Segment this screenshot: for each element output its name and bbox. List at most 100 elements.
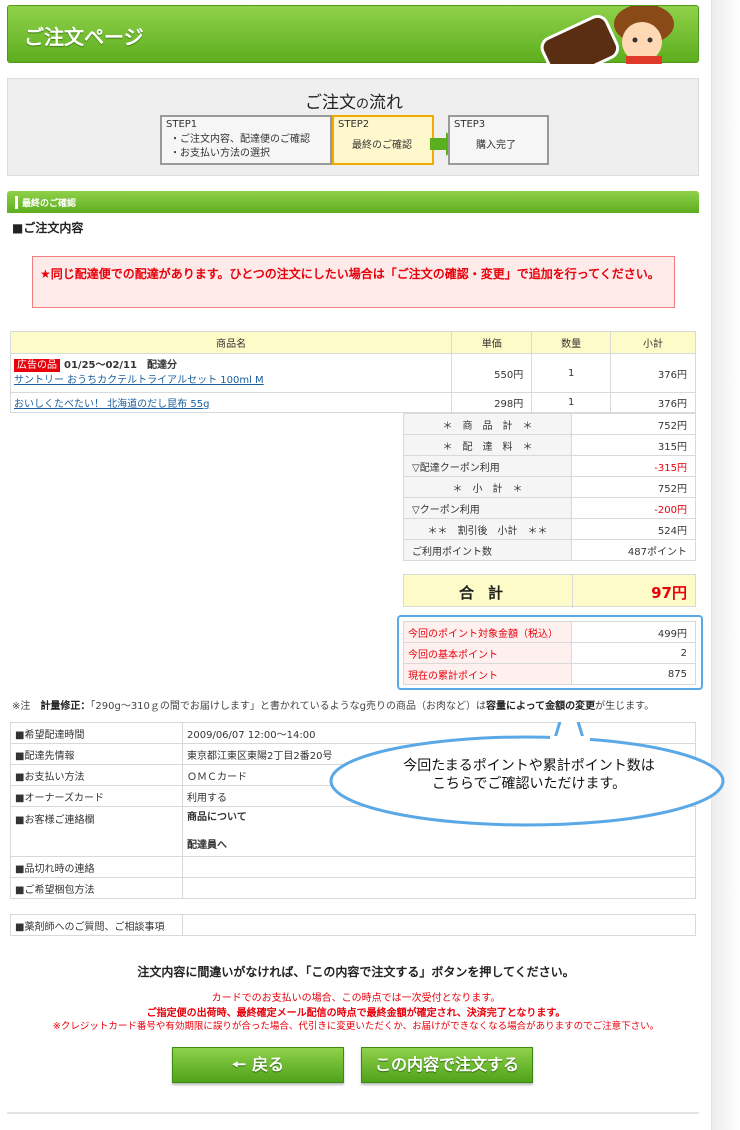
col-unit-price: 単価 bbox=[451, 331, 533, 354]
subtotal: 376円 bbox=[610, 392, 696, 413]
summary-value: 487ポイント bbox=[571, 539, 696, 561]
info-label: ■配達先情報 bbox=[10, 743, 183, 765]
summary-label: ▽配達クーポン利用 bbox=[403, 455, 572, 477]
summary-row: ＊ 商 品 計 ＊ 752円 bbox=[403, 413, 696, 435]
step-1: STEP1 ・ご注文内容、配達便のご確認 ・お支払い方法の選択 bbox=[160, 115, 332, 165]
info-label: ■オーナーズカード bbox=[10, 785, 183, 807]
callout-text: 今回たまるポイントや累計ポイント数は こちらでご確認いただけます。 bbox=[403, 758, 655, 792]
points-row: 現在の累計ポイント 875 bbox=[403, 663, 696, 685]
summary-row: ＊ 配 達 料 ＊ 315円 bbox=[403, 434, 696, 456]
product-cell: 広告の品 01/25〜02/11 配達分 サントリー おうちカクテルトライアルセッ… bbox=[9, 353, 453, 393]
table-row: 広告の品 01/25〜02/11 配達分 サントリー おうちカクテルトライアルセッ… bbox=[9, 353, 696, 393]
step-1-label: STEP1 bbox=[166, 119, 198, 130]
summary-row: ＊＊ 割引後 小計 ＊＊ 524円 bbox=[403, 518, 696, 540]
info-row: ■ご希望梱包方法 bbox=[10, 877, 696, 899]
quantity: 1 bbox=[531, 353, 612, 393]
summary-value: -200円 bbox=[571, 497, 696, 519]
points-label: 今回のポイント対象金額（税込） bbox=[403, 621, 572, 643]
order-contents-heading: ■ご注文内容 bbox=[12, 221, 84, 235]
pharmacist-table: ■薬剤師へのご質問、ご相談事項 bbox=[10, 914, 696, 936]
summary-label: ＊ 配 達 料 ＊ bbox=[403, 434, 572, 456]
info-label: ■お客様ご連絡欄 bbox=[10, 806, 183, 857]
points-row: 今回のポイント対象金額（税込） 499円 bbox=[403, 621, 696, 643]
unit-price: 550円 bbox=[451, 353, 533, 393]
points-value: 499円 bbox=[571, 621, 696, 643]
summary-label: ＊ 商 品 計 ＊ bbox=[403, 413, 572, 435]
summary-label: ▽クーポン利用 bbox=[403, 497, 572, 519]
section-bar: 最終のご確認 bbox=[7, 191, 699, 213]
page: ご注文ページ ご注文の流れ STEP1 ・ご注文内容、配達便のご確認 ・お支払い方… bbox=[0, 0, 712, 1130]
step-1-text: ・ご注文内容、配達便のご確認 ・お支払い方法の選択 bbox=[170, 134, 310, 159]
order-items-table: 商品名 単価 数量 小計 広告の品 01/25〜02/11 配達分 サントリー お… bbox=[9, 331, 696, 413]
summary-label: ＊＊ 割引後 小計 ＊＊ bbox=[403, 518, 572, 540]
info-label: ■品切れ時の連絡 bbox=[10, 856, 183, 878]
mascot-illustration bbox=[540, 6, 674, 64]
col-subtotal: 小計 bbox=[610, 331, 696, 354]
unit-price: 298円 bbox=[451, 392, 533, 413]
points-value: 2 bbox=[571, 642, 696, 664]
info-label: ■ご希望梱包方法 bbox=[10, 877, 183, 899]
price-summary-table: ＊ 商 品 計 ＊ 752円 ＊ 配 達 料 ＊ 315円 ▽配達クーポン利用 -31… bbox=[403, 413, 696, 561]
summary-label: ＊ 小 計 ＊ bbox=[403, 476, 572, 498]
summary-value: 752円 bbox=[571, 476, 696, 498]
step-2-label: STEP2 bbox=[338, 119, 370, 130]
warning-box: ★同じ配達便での配達があります。ひとつの注文にしたい場合は「ご注文の確認・変更」… bbox=[32, 256, 675, 308]
points-table: 今回のポイント対象金額（税込） 499円 今回の基本ポイント 2 現在の累計ポイント… bbox=[403, 621, 696, 685]
summary-row: ＊ 小 計 ＊ 752円 bbox=[403, 476, 696, 498]
step-2-text: 最終のご確認 bbox=[352, 140, 412, 151]
warning-text: ★同じ配達便での配達があります。ひとつの注文にしたい場合は「ご注文の確認・変更」… bbox=[40, 267, 660, 281]
table-header: 商品名 単価 数量 小計 bbox=[9, 331, 696, 354]
summary-value: 315円 bbox=[571, 434, 696, 456]
page-shadow bbox=[712, 0, 740, 1130]
points-label: 今回の基本ポイント bbox=[403, 642, 572, 664]
info-label: ■希望配達時間 bbox=[10, 722, 183, 744]
summary-value: 524円 bbox=[571, 518, 696, 540]
step-3: STEP3 購入完了 bbox=[448, 115, 549, 165]
ad-item-badge: 広告の品 bbox=[14, 359, 60, 372]
col-quantity: 数量 bbox=[531, 331, 612, 354]
subtotal: 376円 bbox=[610, 353, 696, 393]
summary-row: ▽クーポン利用 -200円 bbox=[403, 497, 696, 519]
delivery-period: 01/25〜02/11 配達分 bbox=[64, 360, 177, 371]
pharmacist-label: ■薬剤師へのご質問、ご相談事項 bbox=[10, 914, 183, 936]
total-value: 97円 bbox=[651, 584, 687, 602]
points-value: 875 bbox=[571, 663, 696, 685]
place-order-button[interactable]: この内容で注文する bbox=[361, 1047, 533, 1083]
order-flow: ご注文の流れ STEP1 ・ご注文内容、配達便のご確認 ・お支払い方法の選択 ST… bbox=[7, 78, 699, 176]
table-row: おいしくたべたい！ 北海道のだし昆布 55g 298円 1 376円 bbox=[9, 392, 696, 413]
quantity: 1 bbox=[531, 392, 612, 413]
info-row: ■品切れ時の連絡 bbox=[10, 856, 696, 878]
total-label: 合計 bbox=[458, 584, 517, 602]
step-3-text: 購入完了 bbox=[476, 140, 516, 151]
points-label: 現在の累計ポイント bbox=[403, 663, 572, 685]
card-notice-1: カードでのお支払いの場合、この時点では一次受付となります。 bbox=[211, 993, 501, 1004]
weight-note: ※注 計量修正：「290g〜310ｇの間でお届けします」と書かれているようなg売… bbox=[12, 701, 655, 712]
card-notice-2: ご指定便の出荷時、最終確定メール配信の時点で最終金額が確定され、決済完了となりま… bbox=[146, 1008, 566, 1019]
info-label: ■お支払い方法 bbox=[10, 764, 183, 786]
summary-row: ▽配達クーポン利用 -315円 bbox=[403, 455, 696, 477]
flow-title: ご注文の流れ bbox=[304, 93, 403, 113]
summary-label: ご利用ポイント数 bbox=[403, 539, 572, 561]
info-value bbox=[182, 856, 696, 878]
grand-total: 合計 97円 bbox=[403, 574, 696, 608]
product-link[interactable]: おいしくたべたい！ 北海道のだし昆布 55g bbox=[14, 399, 209, 410]
points-row: 今回の基本ポイント 2 bbox=[403, 642, 696, 664]
step-2-current: STEP2 最終のご確認 bbox=[332, 115, 434, 165]
page-title: ご注文ページ bbox=[24, 25, 144, 49]
footer-divider bbox=[7, 1112, 699, 1114]
step-3-label: STEP3 bbox=[454, 119, 486, 130]
summary-row: ご利用ポイント数 487ポイント bbox=[403, 539, 696, 561]
product-link[interactable]: サントリー おうちカクテルトライアルセット 100ml M bbox=[14, 375, 264, 386]
product-cell: おいしくたべたい！ 北海道のだし昆布 55g bbox=[9, 392, 453, 413]
info-row: ■薬剤師へのご質問、ご相談事項 bbox=[10, 914, 696, 936]
back-button[interactable]: 🠔 戻る bbox=[172, 1047, 344, 1083]
summary-value: -315円 bbox=[571, 455, 696, 477]
confirm-message: 注文内容に間違いがなければ、「この内容で注文する」ボタンを押してください。 bbox=[137, 965, 575, 979]
pharmacist-value bbox=[182, 914, 696, 936]
callout-bubble: 今回たまるポイントや累計ポイント数は こちらでご確認いただけます。 bbox=[325, 686, 725, 830]
card-notice-3: ※クレジットカード番号や有効期限に誤りが合った場合、代引きに変更いただくか、お届… bbox=[52, 1021, 660, 1032]
col-product-name: 商品名 bbox=[9, 331, 453, 354]
arrow-left-icon: 🠔 bbox=[231, 1055, 246, 1074]
page-header: ご注文ページ bbox=[7, 5, 699, 64]
summary-value: 752円 bbox=[571, 413, 696, 435]
